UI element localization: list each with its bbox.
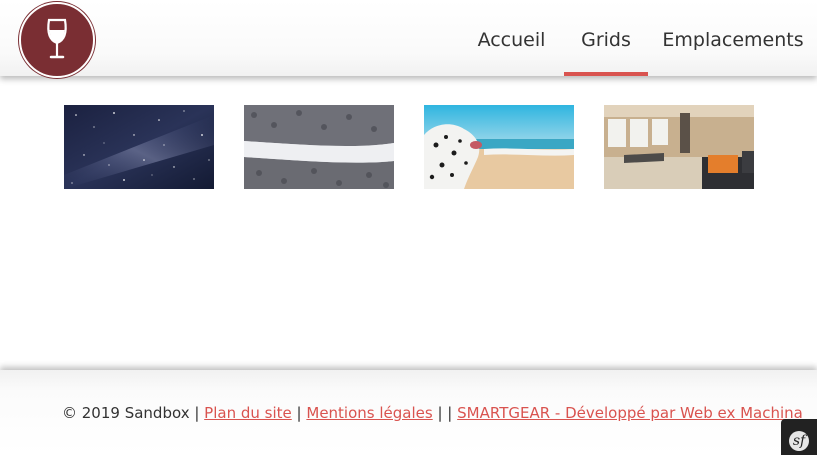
wine-glass-icon: [47, 18, 67, 59]
nav-accueil-label: Accueil: [477, 29, 546, 51]
footer-copyright: © 2019 Sandbox |: [62, 404, 200, 422]
sitemap-link[interactable]: Plan du site: [204, 404, 292, 422]
site-footer: © 2019 Sandbox | Plan du site | Mentions…: [0, 370, 817, 455]
gallery-thumbnail-snowy-forest[interactable]: [244, 105, 394, 189]
nav-accueil[interactable]: Accueil: [470, 0, 553, 76]
milky-way-image: [64, 105, 214, 189]
nav-grids[interactable]: Grids: [564, 0, 648, 76]
living-room-image: [604, 105, 754, 189]
legal-notice-link[interactable]: Mentions légales: [306, 404, 432, 422]
footer-text: © 2019 Sandbox | Plan du site | Mentions…: [62, 404, 803, 422]
site-logo[interactable]: [19, 2, 95, 78]
footer-separator: |: [296, 404, 302, 422]
nav-emplacements-label: Emplacements: [662, 29, 804, 51]
smartgear-link[interactable]: SMARTGEAR - Développé par Web ex Machina: [457, 404, 803, 422]
footer-separator: | |: [437, 404, 453, 422]
dalmatian-beach-image: [424, 105, 574, 189]
gallery-thumbnail-dalmatian-beach[interactable]: [424, 105, 574, 189]
symfony-toolbar-toggle[interactable]: sf: [781, 419, 817, 455]
gallery-thumbnail-milky-way[interactable]: [64, 105, 214, 189]
nav-emplacements[interactable]: Emplacements: [658, 0, 808, 76]
site-header: Accueil Grids Emplacements: [0, 0, 817, 78]
gallery-thumbnail-living-room[interactable]: [604, 105, 754, 189]
symfony-icon: sf: [789, 431, 809, 451]
snowy-forest-image: [244, 105, 394, 189]
nav-grids-label: Grids: [581, 29, 631, 51]
